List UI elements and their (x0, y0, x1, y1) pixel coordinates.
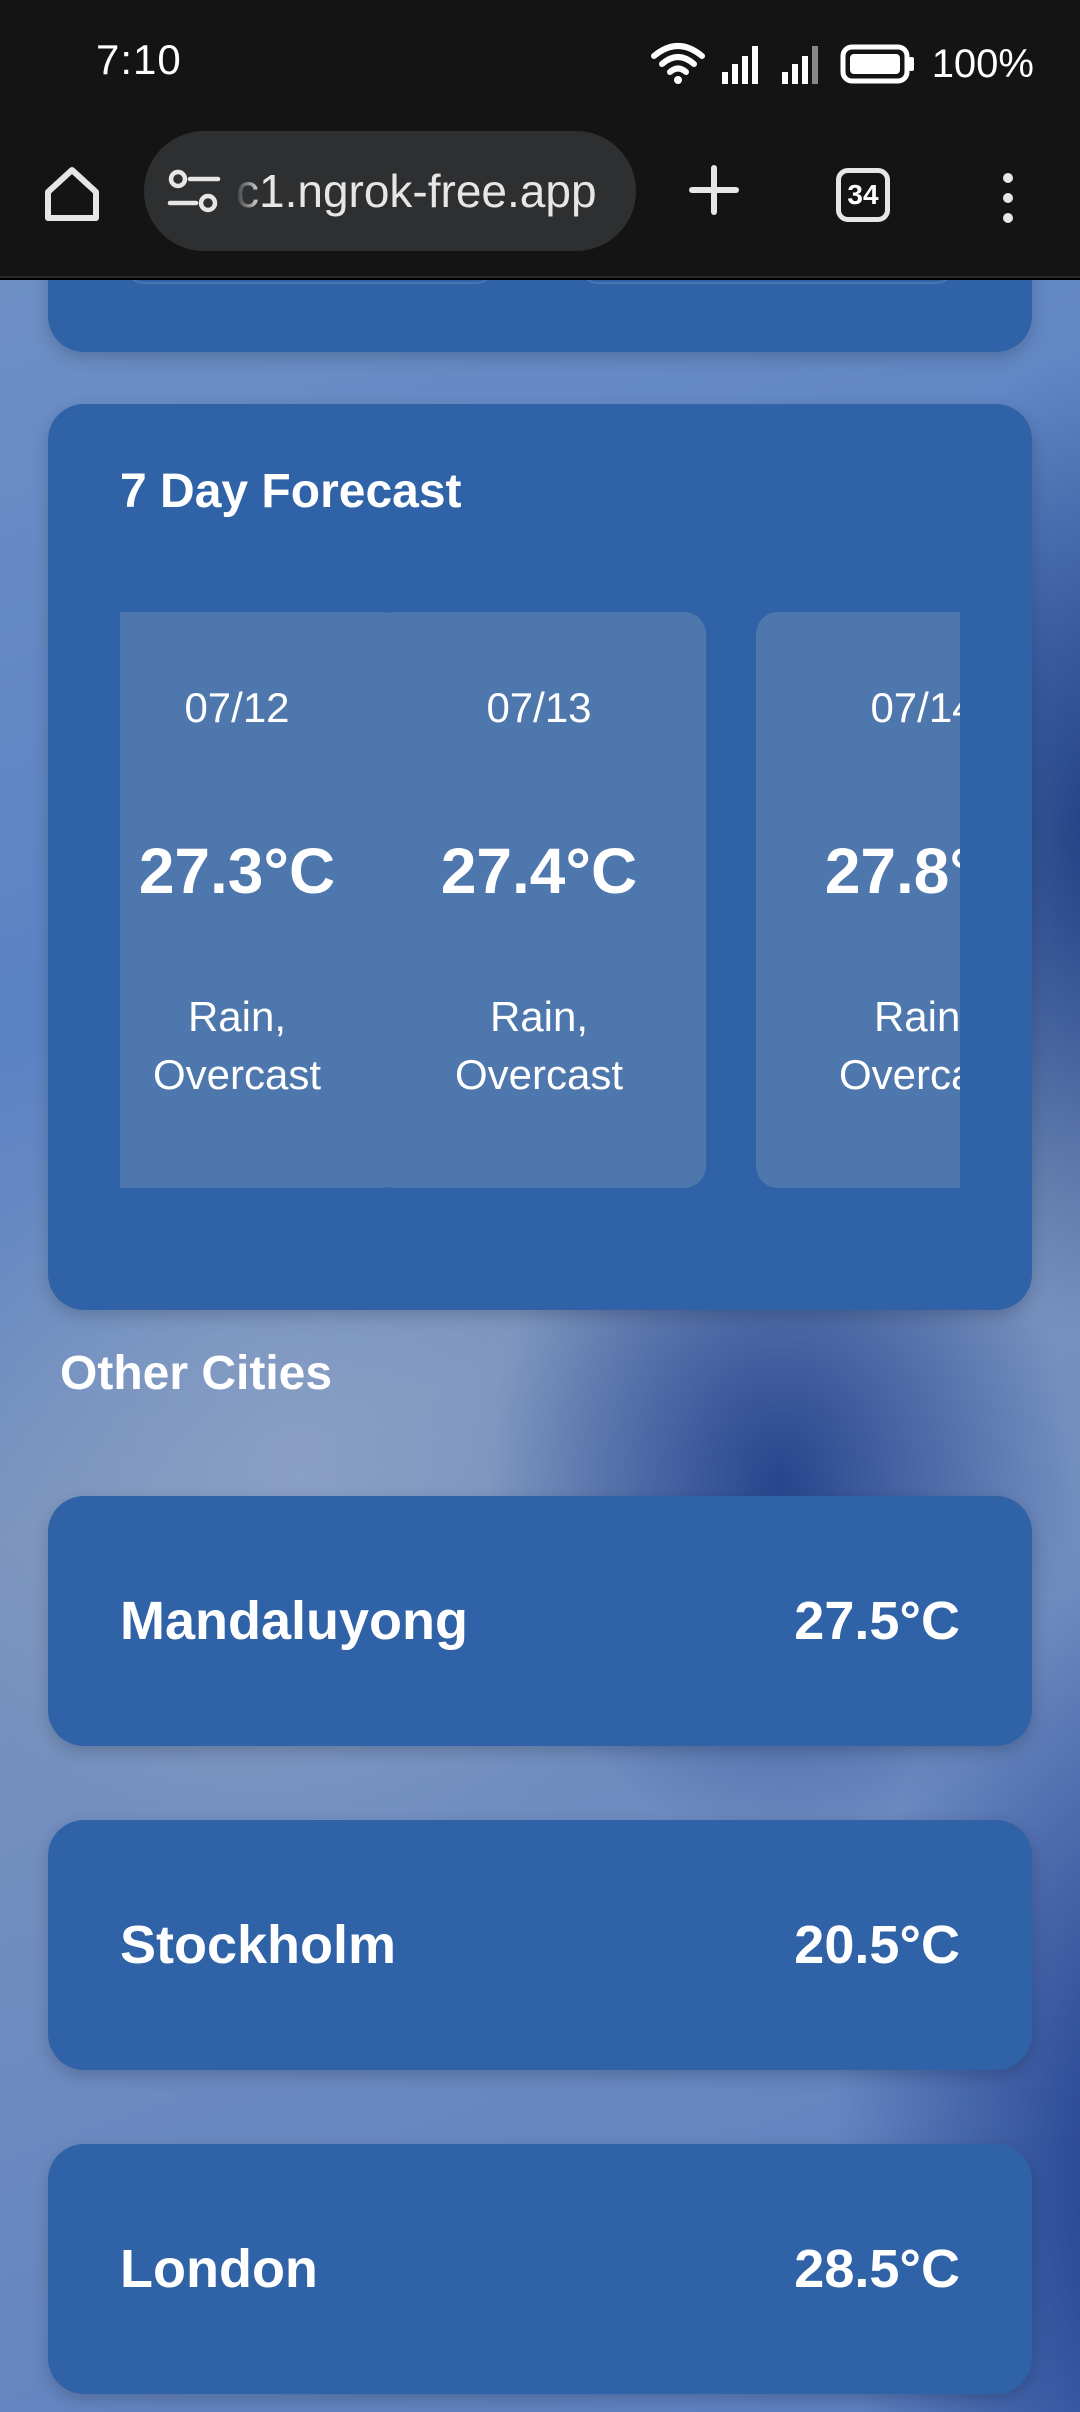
home-icon[interactable] (40, 162, 104, 226)
battery-icon (840, 44, 914, 84)
status-bar: 7:10 100% (0, 0, 1080, 128)
status-time: 7:10 (96, 36, 182, 83)
forecast-condition-line: Overcast (454, 1051, 624, 1098)
previous-card-item (124, 280, 496, 284)
weather-page: 7 Day Forecast 07/12 27.3°C Rain, Overca… (0, 280, 1080, 2412)
forecast-condition-line: Rain, (873, 993, 960, 1040)
city-temp: 27.5°C (794, 1591, 960, 1651)
browser-toolbar: c1.ngrok-free.app 34 (0, 128, 1080, 278)
signal-icon (781, 46, 818, 84)
city-name: Stockholm (120, 1915, 397, 1975)
address-bar[interactable]: c1.ngrok-free.app (144, 131, 636, 251)
city-name: Mandaluyong (120, 1591, 468, 1651)
forecast-temp: 27.8°C (824, 835, 960, 907)
url-text[interactable]: c1.ngrok-free.app (236, 131, 621, 251)
tab-count: 34 (847, 179, 879, 210)
forecast-condition-line: Overcast (152, 1051, 322, 1098)
forecast-card: 7 Day Forecast 07/12 27.3°C Rain, Overca… (48, 404, 1032, 1310)
city-card-stockholm[interactable]: Stockholm 20.5°C (48, 1820, 1032, 2070)
city-card-mandaluyong[interactable]: Mandaluyong 27.5°C (48, 1496, 1032, 1746)
other-cities-title: Other Cities (60, 1347, 333, 1400)
forecast-day-card[interactable]: 07/12 27.3°C Rain, Overcast (120, 612, 404, 1188)
forecast-condition: Rain, Overcast (756, 988, 960, 1104)
forecast-date: 07/14 (870, 684, 960, 731)
forecast-condition: Rain, Overcast (120, 988, 404, 1104)
previous-card-item (578, 280, 956, 284)
more-vert-icon[interactable] (996, 166, 1020, 230)
forecast-day-card[interactable]: 07/13 27.4°C Rain, Overcast (372, 612, 706, 1188)
forecast-temp: 27.3°C (138, 835, 336, 907)
forecast-condition-line: Overcast (838, 1051, 960, 1098)
forecast-date: 07/13 (486, 684, 592, 731)
previous-card (48, 280, 1032, 352)
plus-icon[interactable] (686, 158, 742, 222)
battery-percent: 100% (931, 41, 1034, 86)
city-temp: 20.5°C (794, 1915, 960, 1975)
forecast-temp: 27.4°C (440, 835, 638, 907)
wifi-icon (650, 43, 705, 84)
forecast-condition-line: Rain, (489, 993, 589, 1040)
forecast-scroller[interactable]: 07/12 27.3°C Rain, Overcast 07/13 27.4°C… (120, 612, 960, 1188)
forecast-date: 07/12 (184, 684, 290, 731)
tune-icon[interactable] (166, 165, 222, 217)
city-name: London (120, 2239, 318, 2299)
status-icons: 100% (650, 36, 1034, 92)
city-card-london[interactable]: London 28.5°C (48, 2144, 1032, 2394)
forecast-title: 7 Day Forecast (120, 465, 462, 518)
forecast-condition: Rain, Overcast (372, 988, 706, 1104)
forecast-day-card[interactable]: 07/14 27.8°C Rain, Overcast (756, 612, 960, 1188)
forecast-condition-line: Rain, (187, 993, 287, 1040)
signal-icon (721, 46, 758, 84)
url-fade (234, 151, 262, 231)
city-temp: 28.5°C (794, 2239, 960, 2299)
tabs-icon[interactable]: 34 (836, 168, 890, 222)
